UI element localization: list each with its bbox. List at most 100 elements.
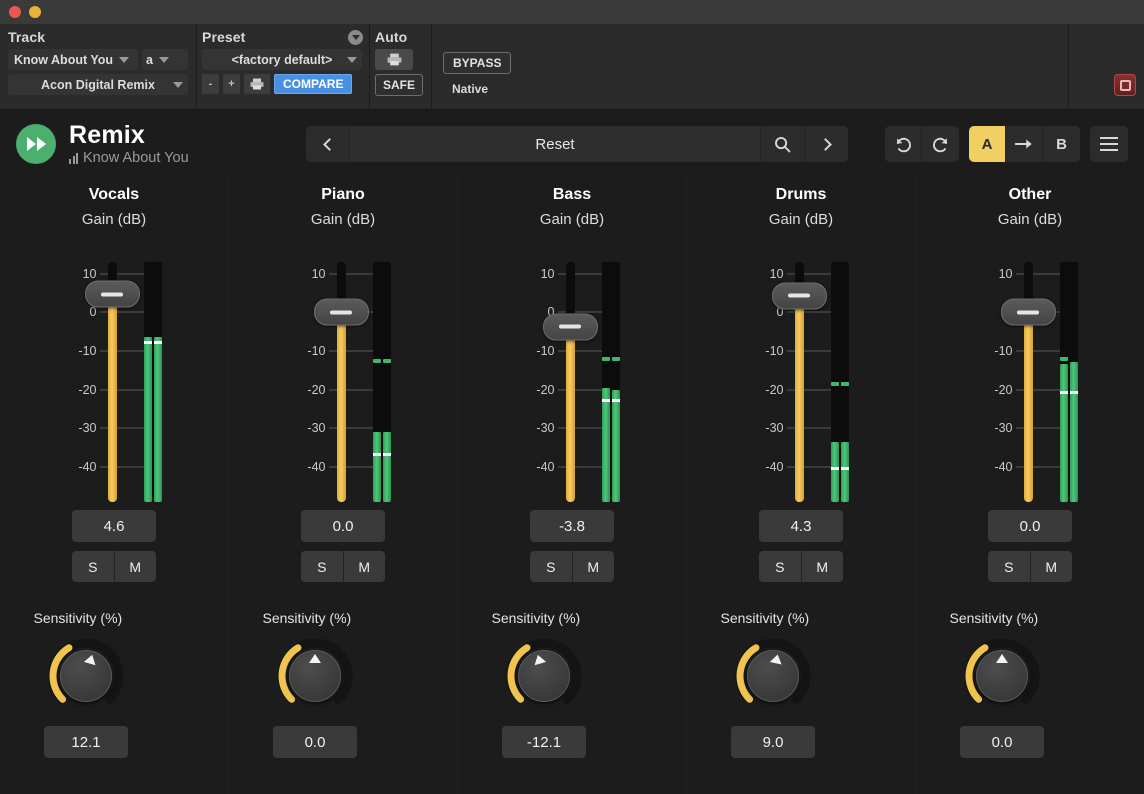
undo-button[interactable] [885,126,922,162]
sensitivity-value-field[interactable]: -12.1 [502,726,586,758]
channel-strips: Vocals Gain (dB) 10 0 -10 -20 -30 -40 4.6 S M… [0,178,1144,794]
mute-button[interactable]: M [114,551,156,582]
track-name-dropdown[interactable]: Know About You [8,49,138,70]
gain-fader-fill [1023,312,1033,502]
gain-value-field[interactable]: 4.6 [72,510,156,542]
hamburger-menu-button[interactable] [1090,126,1128,162]
plugin-name-dropdown[interactable]: Acon Digital Remix [8,74,188,95]
minimize-window-button[interactable] [29,6,41,18]
plugin-header: Remix Know About You Reset A B [0,110,1144,178]
scale-tick-label: -20 [307,382,326,397]
printer-icon [250,78,264,90]
compare-button[interactable]: COMPARE [274,74,353,94]
level-meter [1059,262,1078,502]
sensitivity-knob[interactable] [273,634,357,718]
gain-unit-label: Gain (dB) [81,211,147,228]
sensitivity-label: Sensitivity (%) [949,610,1039,626]
ab-copy-button[interactable] [1006,126,1043,162]
safe-button[interactable]: SAFE [375,74,423,96]
close-window-button[interactable] [9,6,21,18]
preset-name-value: <factory default> [231,52,333,67]
gain-fader-fill [565,326,575,502]
meter-lane [611,262,620,502]
meter-peak-marker [372,453,381,457]
preset-name-dropdown[interactable]: <factory default> [202,49,362,70]
track-section: Track Know About You a Acon Digital Remi… [0,24,196,109]
gain-value-field[interactable]: 0.0 [301,510,385,542]
gain-fader-handle[interactable] [1000,298,1056,326]
preset-save-icon[interactable] [244,74,270,94]
meter-peak-hold [840,381,849,386]
preset-prev-button[interactable]: - [202,74,219,94]
fast-forward-icon [16,124,56,164]
bypass-button[interactable]: BYPASS [443,52,512,74]
preset-name-display[interactable]: Reset [350,126,760,162]
gain-fader-handle[interactable] [84,280,140,308]
ab-slot-a-button[interactable]: A [969,126,1006,162]
sensitivity-knob[interactable] [502,634,586,718]
gain-fader-group: 100-10-20-30-40 [719,250,884,502]
meter-peak-marker [382,453,391,457]
scale-tick-label: -30 [994,421,1013,436]
redo-button[interactable] [922,126,959,162]
sensitivity-label: Sensitivity (%) [491,610,581,626]
preset-prev-button[interactable] [306,126,350,162]
gain-fader-group: 100-10-20-30-40 [32,250,197,502]
mute-button[interactable]: M [801,551,843,582]
preset-next-button[interactable] [804,126,848,162]
page-title: Remix [69,121,146,150]
channel-name: Drums [775,186,827,203]
sensitivity-value-field[interactable]: 0.0 [960,726,1044,758]
preset-menu-icon[interactable] [348,29,363,45]
search-icon [775,136,791,152]
solo-button[interactable]: S [72,551,115,582]
level-meter [372,262,391,502]
track-channel-dropdown[interactable]: a [142,49,188,70]
sensitivity-value-field[interactable]: 0.0 [273,726,357,758]
gain-value-field[interactable]: 4.3 [759,510,843,542]
meter-lane [1059,262,1068,502]
gain-fader-handle[interactable] [542,313,598,341]
preset-next-button[interactable]: + [223,74,240,94]
sensitivity-knob[interactable] [44,634,128,718]
plugin-subtitle: Know About You [69,150,189,166]
solo-mute-group: S M [301,551,385,582]
gain-value-field[interactable]: 0.0 [988,510,1072,542]
meter-peak-hold [830,381,839,386]
scale-tick-label: -10 [765,343,784,358]
gain-fader-group: 100-10-20-30-40 [261,250,426,502]
solo-button[interactable]: S [759,551,802,582]
automation-button[interactable] [375,49,413,70]
gain-unit-label: Gain (dB) [768,211,834,228]
preset-search-button[interactable] [760,126,804,162]
channel-strip: Piano Gain (dB) 100-10-20-30-40 0.0 S M … [229,178,458,794]
sensitivity-label: Sensitivity (%) [262,610,352,626]
sensitivity-value-field[interactable]: 9.0 [731,726,815,758]
mute-button[interactable]: M [572,551,614,582]
arrow-right-icon [1014,139,1032,149]
scale-tick-label: -30 [307,421,326,436]
mute-button[interactable]: M [1030,551,1072,582]
record-enable-button[interactable] [1114,74,1136,96]
scale-tick-label: -40 [536,459,555,474]
gain-value-field[interactable]: -3.8 [530,510,614,542]
gain-fader-handle[interactable] [771,282,827,310]
bypass-section: BYPASS Native [431,24,1144,109]
mute-button[interactable]: M [343,551,385,582]
gain-fader-fill [107,294,117,502]
sensitivity-value-field[interactable]: 12.1 [44,726,128,758]
channel-strip: Vocals Gain (dB) 10 0 -10 -20 -30 -40 4.6 S M… [0,178,229,794]
sensitivity-knob[interactable] [960,634,1044,718]
ab-slot-b-button[interactable]: B [1043,126,1080,162]
sensitivity-knob[interactable] [731,634,815,718]
solo-mute-group: S M [988,551,1072,582]
solo-button[interactable]: S [988,551,1031,582]
plugin-brand: Remix Know About You [16,122,306,165]
solo-button[interactable]: S [301,551,344,582]
sensitivity-label: Sensitivity (%) [720,610,810,626]
meter-level [601,387,610,502]
gain-fader-fill [336,312,346,502]
solo-button[interactable]: S [530,551,573,582]
gain-fader-handle[interactable] [313,298,369,326]
native-button[interactable]: Native [443,78,497,100]
